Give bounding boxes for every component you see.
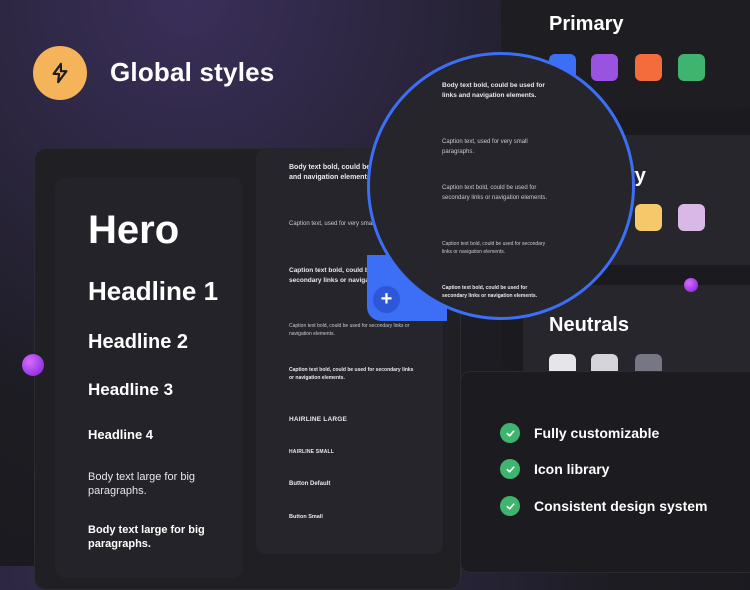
hairline-large-sample: HAIRLINE LARGE: [289, 416, 348, 423]
decorative-dot: [684, 278, 698, 292]
check-icon: [500, 459, 520, 479]
headline-3-sample: Headline 3: [88, 380, 174, 399]
check-icon: [500, 423, 520, 443]
swatch-primary-orange[interactable]: [635, 54, 662, 81]
feature-label: Consistent design system: [534, 498, 708, 514]
swatch-primary-green[interactable]: [678, 54, 705, 81]
feature-label: Icon library: [534, 461, 610, 477]
page-title: Global styles: [110, 57, 275, 87]
decorative-dot: [22, 354, 44, 376]
mag-caption-bold-small: Caption text bold, could be used for sec…: [442, 285, 538, 299]
logo-badge: [33, 46, 87, 100]
swatch-primary-purple[interactable]: [591, 54, 618, 81]
headline-2-sample: Headline 2: [88, 331, 189, 353]
primary-title: Primary: [549, 13, 624, 35]
swatch-secondary-yellow[interactable]: [635, 204, 662, 231]
feature-item: Consistent design system: [500, 496, 708, 516]
headline-4-sample: Headline 4: [88, 427, 154, 442]
body-large-sample: Body text large for big paragraphs.: [88, 471, 196, 497]
neutrals-title: Neutrals: [549, 314, 630, 336]
feature-label: Fully customizable: [534, 425, 660, 441]
body-large-bold-sample: Body text large for big paragraphs.: [88, 524, 205, 550]
hero-sample: Hero: [88, 208, 180, 252]
check-icon: [500, 496, 520, 516]
button-default-sample: Button Default: [289, 481, 331, 487]
caption-bold-regular-sample: Caption text bold, could be used for sec…: [289, 323, 410, 337]
add-button[interactable]: +: [373, 286, 400, 313]
mag-body-bold: Body text bold, could be used for links …: [442, 82, 545, 99]
mag-caption-bold: Caption text bold, could be used for sec…: [442, 185, 548, 201]
hairline-small-sample: HAIRLINE SMALL: [289, 449, 335, 455]
caption-bold-small-sample: Caption text bold, could be used for sec…: [289, 367, 414, 381]
mag-caption-bold-regular: Caption text bold, could be used for sec…: [442, 241, 546, 255]
feature-item: Icon library: [500, 459, 609, 479]
magnifier-lens: Body text bold, could be used for links …: [367, 52, 635, 320]
lightning-bolt-icon: [52, 62, 68, 84]
button-small-sample: Button Small: [289, 514, 323, 520]
swatch-secondary-lilac[interactable]: [678, 204, 705, 231]
mag-caption: Caption text, used for very small paragr…: [442, 139, 528, 155]
feature-item: Fully customizable: [500, 423, 659, 443]
headline-1-sample: Headline 1: [88, 276, 219, 306]
